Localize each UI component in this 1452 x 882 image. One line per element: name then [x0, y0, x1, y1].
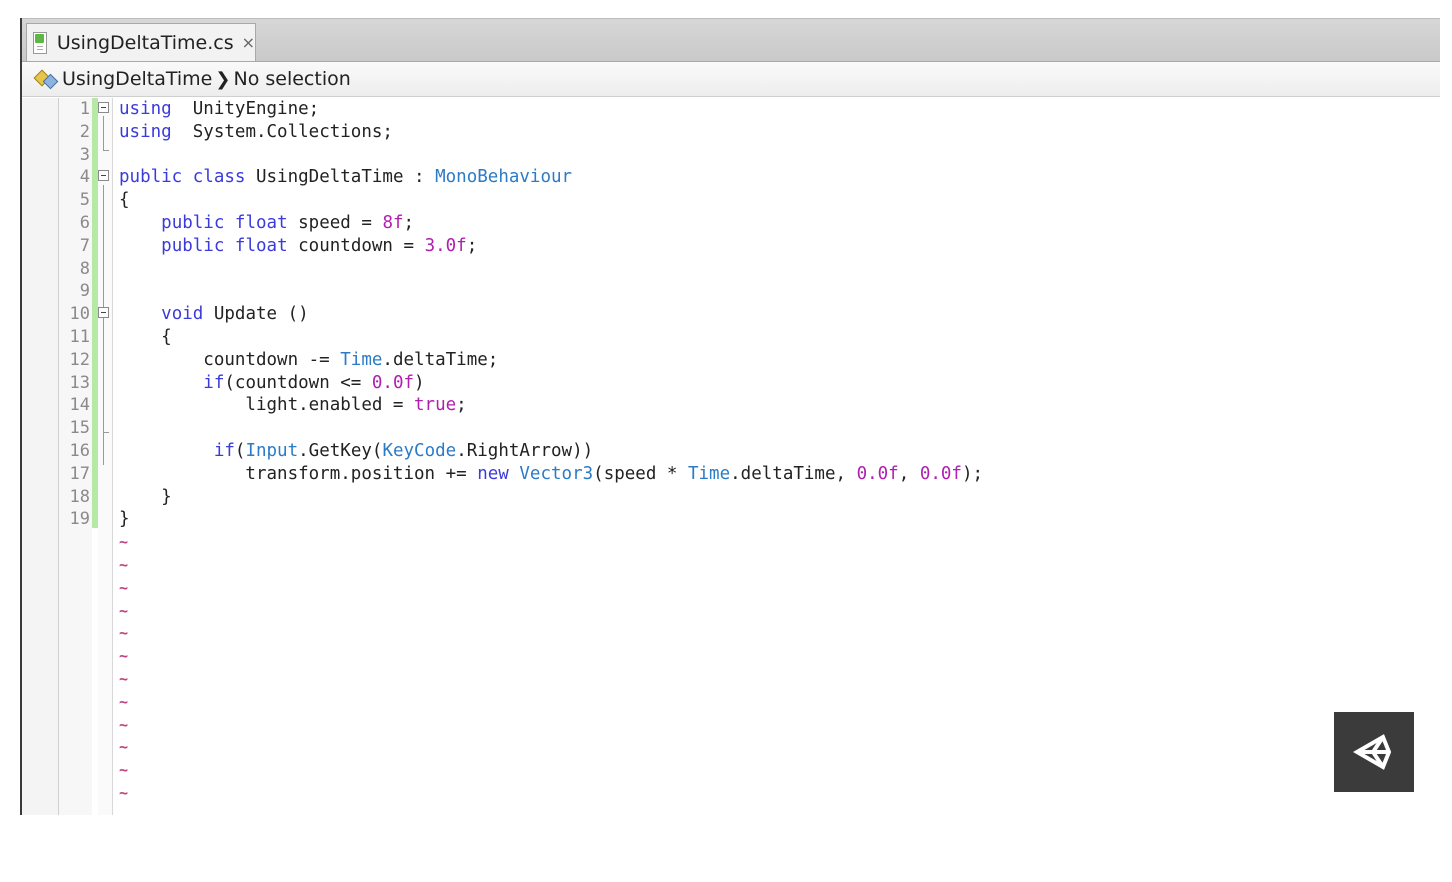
- code-line[interactable]: 13 if(countdown <= 0.0f): [22, 372, 1440, 395]
- line-number: 12: [69, 349, 90, 370]
- unity-logo-badge: [1334, 712, 1414, 792]
- empty-line-marker: ~: [22, 714, 1440, 737]
- code-line[interactable]: 1 using UnityEngine;: [22, 98, 1440, 121]
- tilde-marker: ~: [119, 738, 129, 757]
- line-number: 19: [69, 509, 90, 530]
- tab-label: UsingDeltaTime.cs: [56, 31, 234, 54]
- code-text: if(Input.GetKey(KeyCode.RightArrow)): [213, 440, 594, 461]
- unity-logo-icon: [1352, 734, 1392, 770]
- code-line[interactable]: 11 {: [22, 326, 1440, 349]
- empty-line-marker: ~: [22, 759, 1440, 782]
- empty-line-marker: ~: [22, 577, 1440, 600]
- code-text: using System.Collections;: [119, 121, 393, 142]
- code-text: countdown -= Time.deltaTime;: [119, 349, 499, 370]
- code-text: using UnityEngine;: [119, 99, 320, 119]
- line-number: 13: [69, 372, 90, 393]
- code-line[interactable]: 17 transform.position += new Vector3(spe…: [22, 463, 1440, 486]
- line-number: 18: [69, 486, 90, 507]
- empty-line-marker: ~: [22, 691, 1440, 714]
- tilde-marker: ~: [119, 555, 129, 574]
- empty-line-marker: ~: [22, 622, 1440, 645]
- code-text: void Update (): [161, 304, 309, 325]
- code-text: public float speed = 8f;: [161, 212, 415, 233]
- code-text: }: [119, 509, 130, 530]
- empty-line-marker: ~: [22, 531, 1440, 554]
- line-number: 9: [79, 281, 90, 302]
- empty-line-marker: ~: [22, 645, 1440, 668]
- line-number: 16: [69, 440, 90, 461]
- code-line[interactable]: 8: [22, 258, 1440, 281]
- code-line[interactable]: 14 light.enabled = true;: [22, 394, 1440, 417]
- class-members-icon: [33, 69, 60, 90]
- line-number: 15: [69, 418, 90, 439]
- empty-line-marker: ~: [22, 554, 1440, 577]
- line-number: 14: [69, 395, 90, 416]
- code-editor-window: UsingDeltaTime.cs × UsingDeltaTime ❯ No …: [20, 18, 1440, 815]
- empty-line-marker: ~: [22, 736, 1440, 759]
- line-number: 7: [79, 235, 90, 256]
- code-area[interactable]: 1 using UnityEngine; 2 using System.Collect…: [22, 98, 1440, 815]
- line-number: 2: [79, 121, 90, 142]
- code-line[interactable]: 6 public float speed = 8f;: [22, 212, 1440, 235]
- fold-toggle-icon[interactable]: [98, 170, 109, 182]
- tilde-marker: ~: [119, 715, 129, 734]
- code-text: light.enabled = true;: [119, 395, 467, 416]
- tab-bar: UsingDeltaTime.cs ×: [22, 18, 1440, 62]
- code-line[interactable]: 18 }: [22, 486, 1440, 509]
- code-text: {: [119, 190, 130, 211]
- line-number: 4: [79, 167, 90, 188]
- code-line[interactable]: 9: [22, 280, 1440, 303]
- code-text: public float countdown = 3.0f;: [161, 235, 478, 256]
- breadcrumb-class[interactable]: UsingDeltaTime: [62, 68, 212, 90]
- line-number: 6: [79, 212, 90, 233]
- empty-line-marker: ~: [22, 782, 1440, 805]
- code-line[interactable]: 19}: [22, 508, 1440, 531]
- tilde-marker: ~: [119, 669, 129, 688]
- code-line[interactable]: 15: [22, 417, 1440, 440]
- line-number: 10: [69, 304, 90, 325]
- tilde-marker: ~: [119, 692, 129, 711]
- tilde-marker: ~: [119, 647, 129, 666]
- line-number: 1: [79, 99, 90, 119]
- tilde-marker: ~: [119, 805, 128, 815]
- code-text: public class UsingDeltaTime : MonoBehavi…: [119, 167, 573, 188]
- close-icon[interactable]: ×: [242, 33, 255, 52]
- code-text: if(countdown <= 0.0f): [203, 372, 425, 393]
- code-line[interactable]: 4 public class UsingDeltaTime : MonoBehav…: [22, 166, 1440, 189]
- empty-line-marker: ~: [22, 600, 1440, 623]
- breadcrumb: UsingDeltaTime ❯ No selection: [22, 62, 1440, 97]
- code-line[interactable]: 12 countdown -= Time.deltaTime;: [22, 349, 1440, 372]
- tilde-marker: ~: [119, 578, 129, 597]
- csharp-file-icon: [33, 31, 47, 54]
- code-line[interactable]: 16 if(Input.GetKey(KeyCode.RightArrow)): [22, 440, 1440, 463]
- tilde-marker: ~: [119, 533, 129, 552]
- tilde-marker: ~: [119, 761, 129, 780]
- code-line[interactable]: 3: [22, 144, 1440, 167]
- tilde-marker: ~: [119, 783, 129, 802]
- line-number: 5: [79, 190, 90, 211]
- line-number: 17: [69, 463, 90, 484]
- code-line[interactable]: 5{: [22, 189, 1440, 212]
- line-number: 8: [79, 258, 90, 279]
- line-number: 11: [69, 326, 90, 347]
- fold-toggle-icon[interactable]: [98, 102, 109, 113]
- chevron-right-icon: ❯: [215, 68, 231, 90]
- code-line[interactable]: 10 void Update (): [22, 303, 1440, 326]
- code-text: }: [119, 486, 172, 507]
- code-text: transform.position += new Vector3(speed …: [119, 463, 984, 484]
- fold-toggle-icon[interactable]: [98, 307, 109, 319]
- tilde-marker: ~: [119, 624, 129, 643]
- tilde-marker: ~: [119, 601, 129, 620]
- tab-usingdeltatime[interactable]: UsingDeltaTime.cs ×: [26, 23, 256, 61]
- code-line[interactable]: 7 public float countdown = 3.0f;: [22, 235, 1440, 258]
- line-number: 3: [79, 144, 90, 165]
- empty-line-marker: ~: [22, 805, 1440, 815]
- code-line[interactable]: 2 using System.Collections;: [22, 121, 1440, 144]
- code-text: {: [119, 326, 172, 347]
- breadcrumb-selection[interactable]: No selection: [233, 68, 350, 90]
- empty-line-marker: ~: [22, 668, 1440, 691]
